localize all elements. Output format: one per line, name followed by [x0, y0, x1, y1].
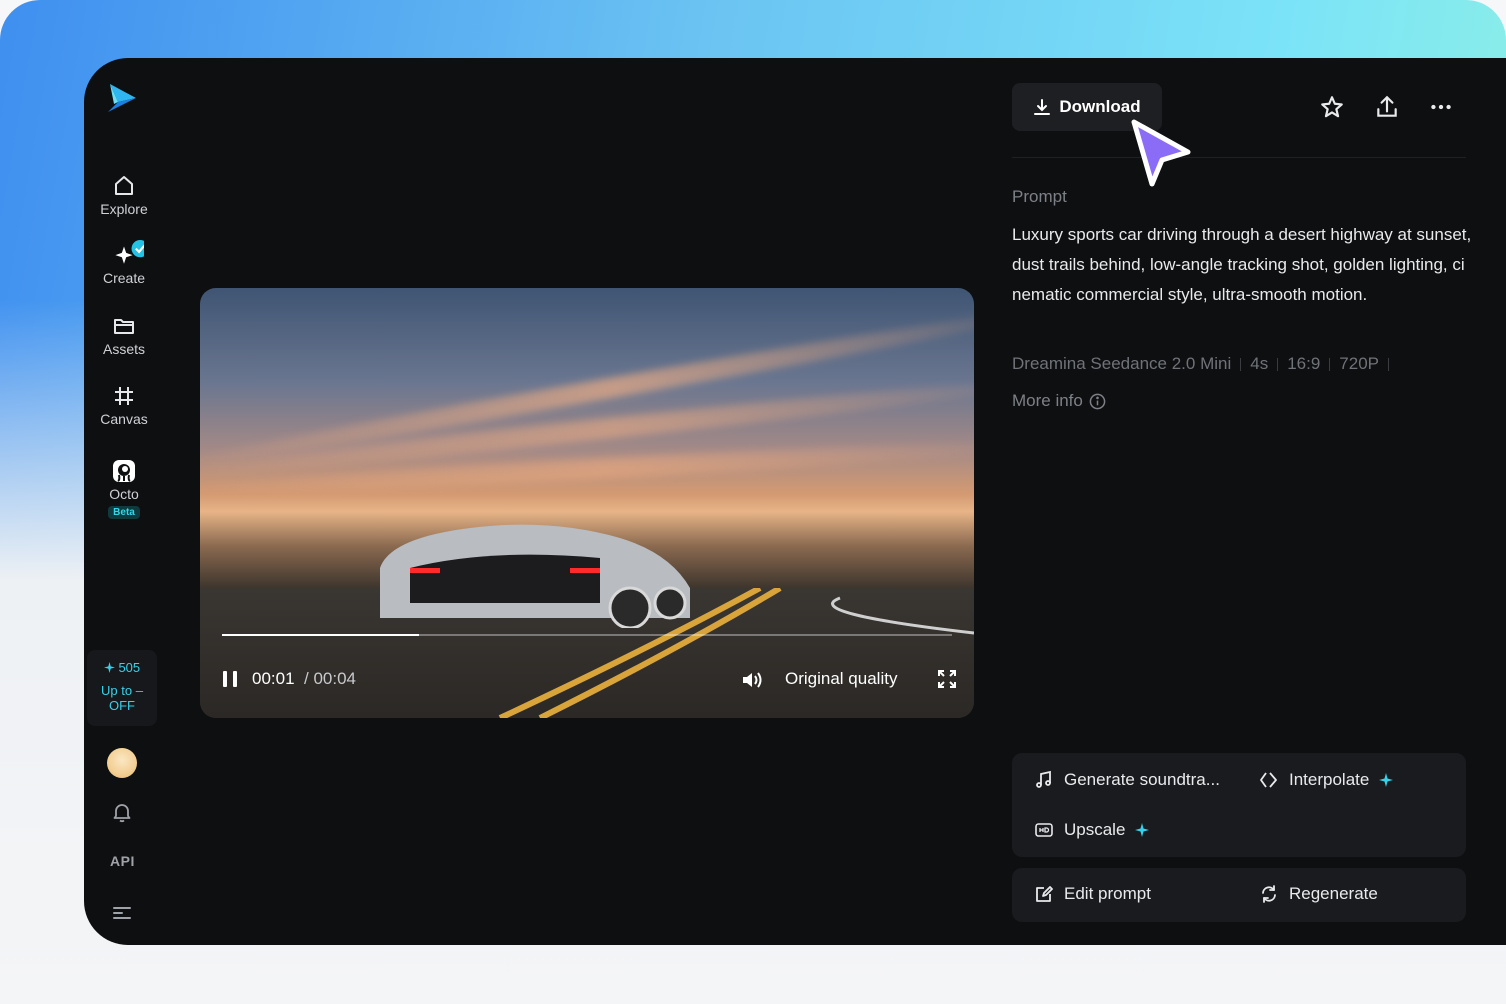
- credits-value: 505: [118, 660, 141, 675]
- download-label: Download: [1059, 97, 1141, 116]
- sidebar: Explore Create Assets Canvas Octo Beta 5…: [84, 58, 164, 945]
- sparkle-check-icon: [115, 240, 144, 264]
- video-player[interactable]: 00:01 / 00:04 Original quality: [200, 288, 974, 718]
- model-name: Dreamina Seedance 2.0 Mini: [1012, 354, 1232, 373]
- more-options-icon[interactable]: [1428, 94, 1454, 120]
- download-icon: [1034, 99, 1051, 115]
- hd-icon: [1035, 823, 1053, 837]
- tools-card: Generate soundtra... Interpolate Upscale: [1012, 753, 1466, 857]
- regenerate-button[interactable]: Regenerate: [1259, 884, 1378, 904]
- edit-prompt-button[interactable]: Edit prompt: [1034, 884, 1151, 904]
- regenerate-label: Regenerate: [1289, 884, 1378, 903]
- interpolate-icon: [1260, 772, 1277, 788]
- credits-card[interactable]: 505 Up to – OFF: [87, 650, 157, 726]
- credits-promo: Up to – OFF: [101, 683, 143, 713]
- current-time: 00:01: [252, 669, 295, 688]
- sparkle-icon: [1379, 773, 1394, 787]
- home-icon: [115, 176, 133, 195]
- progress-bar[interactable]: [222, 634, 952, 636]
- upscale-label: Upscale: [1064, 820, 1126, 839]
- interpolate-label: Interpolate: [1289, 770, 1370, 789]
- sparkle-icon: [103, 662, 115, 673]
- sidebar-item-create[interactable]: Create: [84, 240, 164, 286]
- sidebar-item-label: Explore: [100, 201, 148, 217]
- progress-fill: [222, 634, 420, 636]
- sparkle-icon: [1135, 823, 1150, 837]
- menu-icon[interactable]: [110, 901, 134, 925]
- fullscreen-icon[interactable]: [936, 668, 958, 690]
- sidebar-item-assets[interactable]: Assets: [84, 313, 164, 357]
- music-note-icon: [1036, 770, 1051, 788]
- app-window: Explore Create Assets Canvas Octo Beta 5…: [84, 58, 1506, 945]
- beta-badge: Beta: [108, 506, 140, 519]
- sidebar-item-canvas[interactable]: Canvas: [84, 383, 164, 427]
- frame-icon: [115, 387, 133, 405]
- sidebar-item-label: Canvas: [100, 411, 148, 427]
- divider: [1012, 157, 1466, 158]
- more-info-link[interactable]: More info: [1012, 391, 1106, 411]
- actions-card: Edit prompt Regenerate: [1012, 868, 1466, 922]
- total-time: / 00:04: [304, 669, 356, 688]
- resolution: 720P: [1339, 354, 1379, 373]
- star-icon[interactable]: [1319, 94, 1345, 120]
- car-image: [380, 524, 690, 628]
- volume-icon[interactable]: [740, 668, 764, 692]
- pause-icon[interactable]: [220, 669, 240, 689]
- avatar[interactable]: [107, 748, 137, 778]
- generation-meta: Dreamina Seedance 2.0 Mini 4s 16:9 720P: [1012, 354, 1398, 374]
- sidebar-item-label: Assets: [102, 341, 145, 357]
- info-icon: [1089, 393, 1106, 409]
- prompt-label: Prompt: [1012, 187, 1067, 206]
- sidebar-item-explore[interactable]: Explore: [84, 173, 164, 217]
- upscale-button[interactable]: Upscale: [1034, 820, 1150, 840]
- sidebar-item-label: Octo: [109, 486, 139, 502]
- aspect-ratio: 16:9: [1287, 354, 1321, 373]
- generate-soundtrack-button[interactable]: Generate soundtra...: [1034, 770, 1220, 790]
- api-link[interactable]: API: [110, 853, 135, 869]
- edit-icon: [1036, 886, 1053, 902]
- sidebar-item-label: Create: [102, 270, 146, 286]
- share-icon[interactable]: [1374, 94, 1400, 120]
- video-controls: 00:01 / 00:04 Original quality: [200, 660, 974, 700]
- refresh-icon: [1262, 885, 1276, 903]
- duration: 4s: [1250, 354, 1269, 373]
- folder-icon: [114, 319, 134, 334]
- bell-icon[interactable]: [110, 800, 134, 824]
- pointer-cursor-icon: [1131, 119, 1191, 187]
- soundtrack-label: Generate soundtra...: [1064, 770, 1220, 789]
- sidebar-item-octo[interactable]: Octo Beta: [84, 458, 164, 520]
- edit-prompt-label: Edit prompt: [1064, 884, 1151, 903]
- octo-icon: [113, 460, 135, 482]
- interpolate-button[interactable]: Interpolate: [1259, 770, 1394, 790]
- quality-select[interactable]: Original quality: [785, 669, 897, 689]
- more-info-label: More info: [1012, 391, 1083, 410]
- prompt-text: Luxury sports car driving through a dese…: [1012, 225, 1472, 304]
- credits-count: 505: [87, 660, 157, 675]
- logo-icon[interactable]: [106, 82, 138, 116]
